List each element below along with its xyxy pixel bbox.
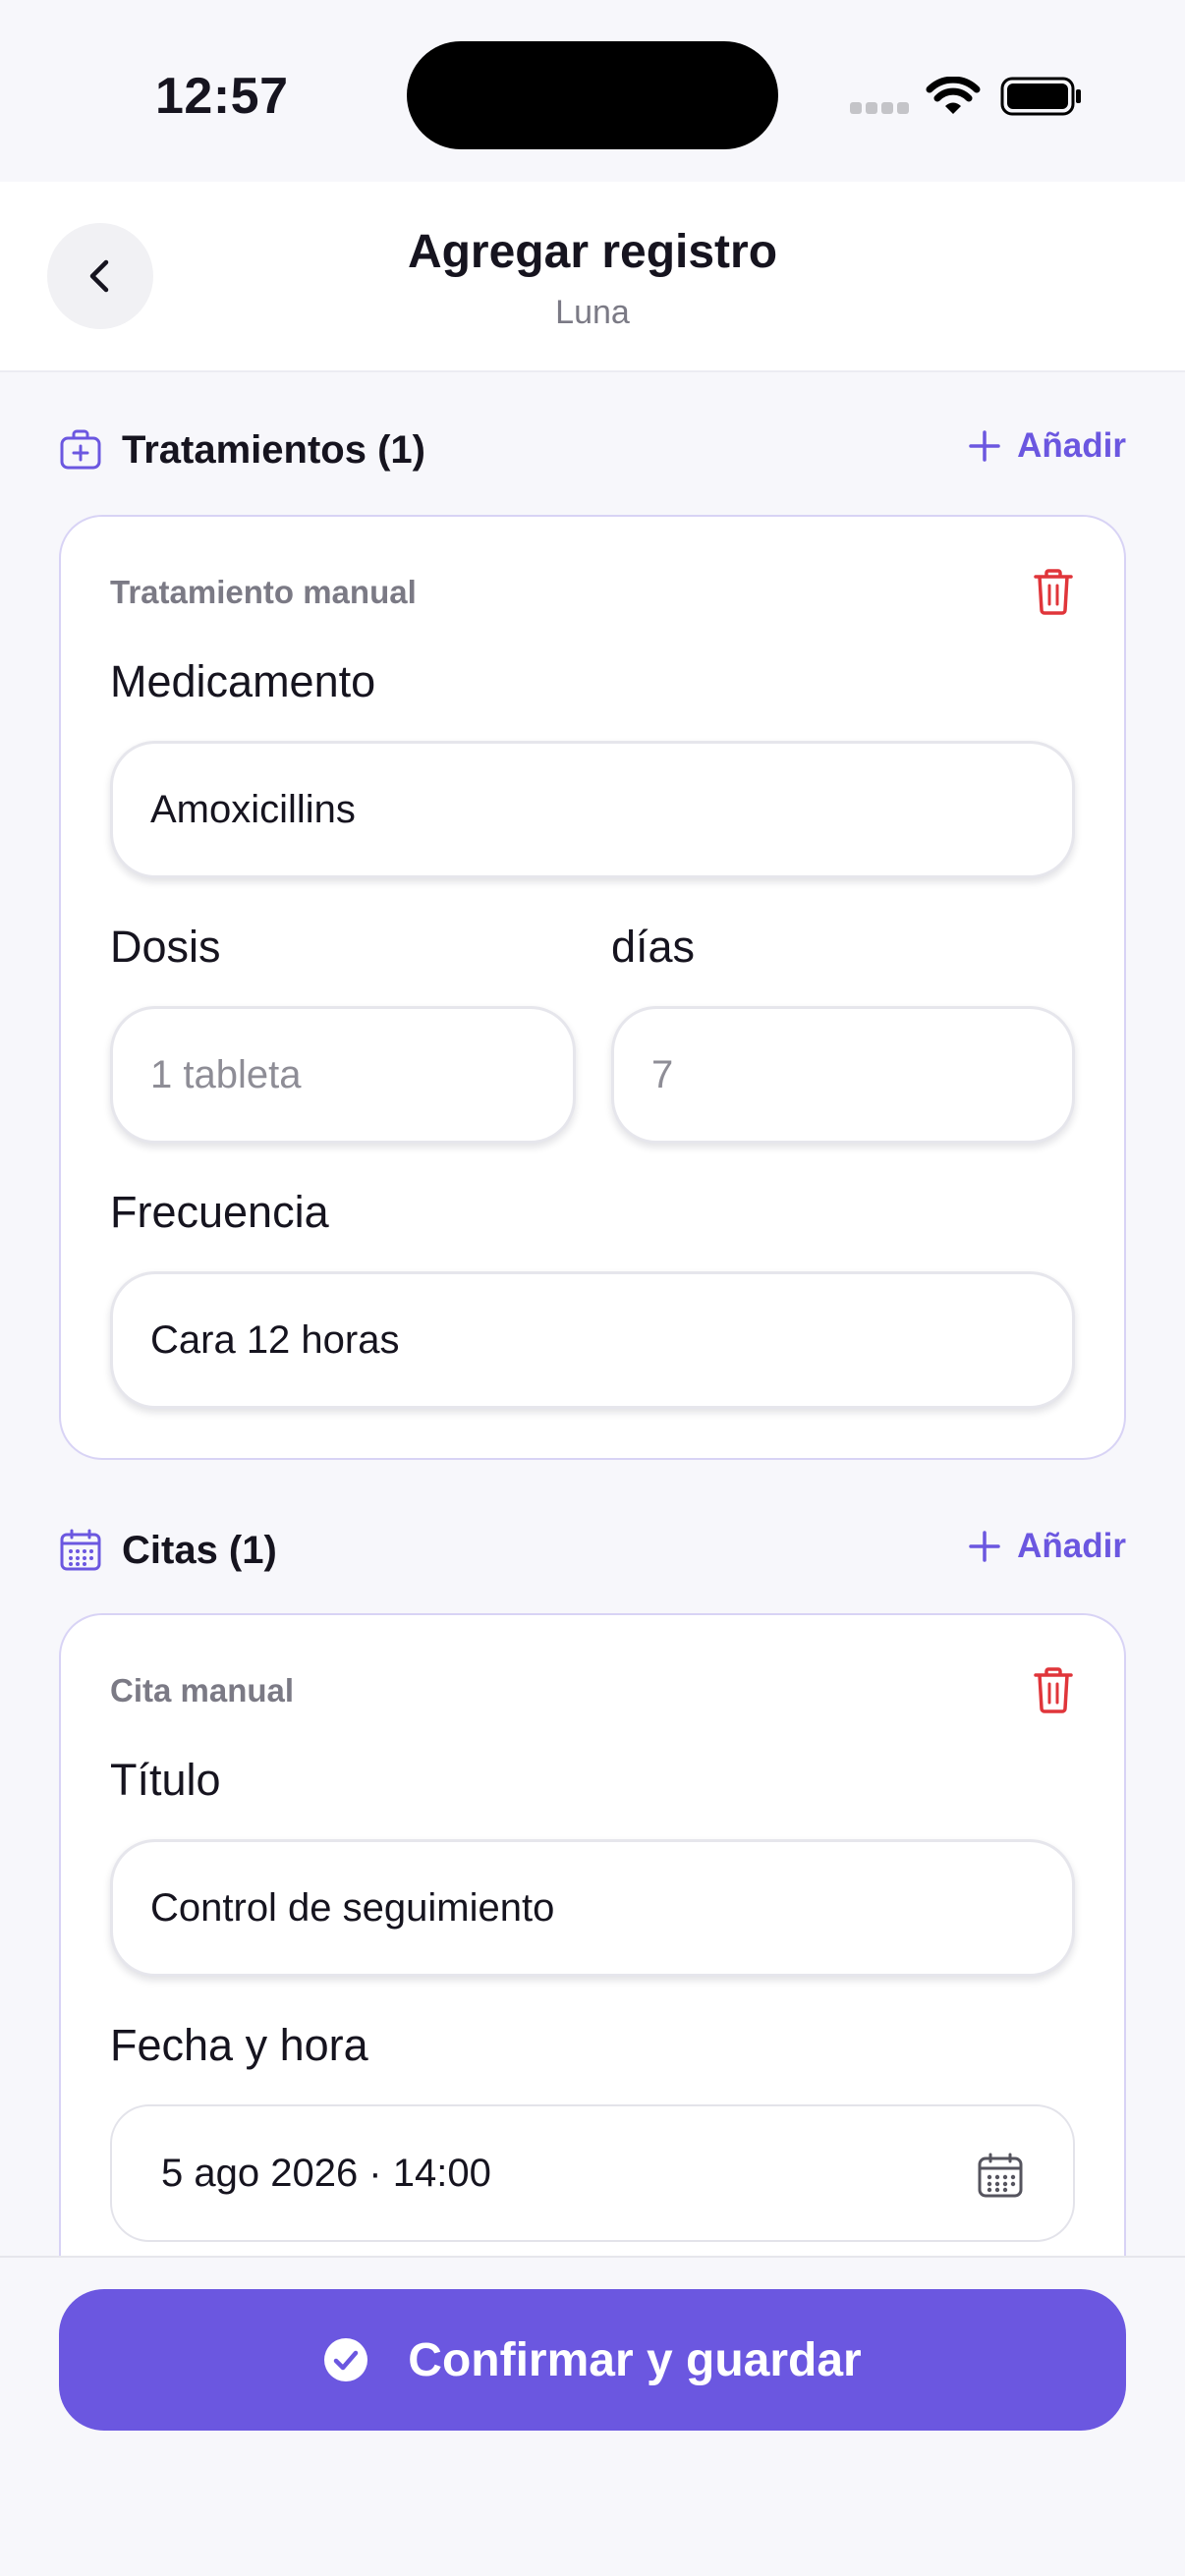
calendar-icon — [978, 2153, 1023, 2198]
dias-label: días — [611, 922, 696, 972]
add-record-screen: 12:57 Agregar registro Luna Tratamientos… — [0, 0, 1185, 2576]
dynamic-island — [407, 41, 778, 149]
fecha-picker[interactable]: 5 ago 2026 · 14:00 — [110, 2104, 1075, 2242]
dosis-placeholder: 1 tableta — [150, 1052, 302, 1096]
cellular-signal-icon — [850, 102, 909, 116]
bottom-action-bar: Confirmar y guardar — [0, 2256, 1185, 2576]
dias-input[interactable]: 7 — [611, 1006, 1075, 1144]
page-subtitle: Luna — [555, 294, 630, 331]
fecha-value: 5 ago 2026 · 14:00 — [161, 2151, 491, 2195]
trash-icon[interactable] — [1032, 1666, 1075, 1713]
treatment-card-label: Tratamiento manual — [110, 574, 417, 610]
dosis-label: Dosis — [110, 922, 221, 972]
wifi-icon — [926, 77, 981, 114]
medicamento-input[interactable]: Amoxicillins — [110, 741, 1075, 878]
treatments-section-header: Tratamientos (1) Añadir — [59, 420, 1126, 479]
titulo-label: Título — [110, 1755, 221, 1805]
fecha-label: Fecha y hora — [110, 2020, 368, 2070]
battery-icon — [1000, 77, 1081, 116]
confirm-save-button[interactable]: Confirmar y guardar — [59, 2289, 1126, 2431]
frecuencia-input[interactable]: Cara 12 horas — [110, 1271, 1075, 1409]
appointments-section-header: Citas (1) Añadir — [59, 1521, 1126, 1580]
appointment-card-label: Cita manual — [110, 1672, 295, 1708]
calendar-icon — [60, 1529, 101, 1571]
trash-icon[interactable] — [1032, 568, 1075, 615]
titulo-value: Control de seguimiento — [150, 1885, 555, 1930]
add-appointment-label: Añadir — [1017, 1527, 1126, 1565]
medical-kit-icon — [60, 429, 101, 470]
dosis-input[interactable]: 1 tableta — [110, 1006, 576, 1144]
treatments-title: Tratamientos (1) — [122, 427, 425, 472]
navigation-header: Agregar registro Luna — [0, 182, 1185, 372]
add-appointment-button[interactable]: Añadir — [968, 1527, 1126, 1566]
plus-icon — [969, 430, 1000, 462]
medicamento-label: Medicamento — [110, 656, 376, 706]
check-circle-icon — [324, 2338, 368, 2381]
status-bar: 12:57 — [0, 0, 1185, 182]
confirm-save-label: Confirmar y guardar — [408, 2333, 862, 2386]
frecuencia-value: Cara 12 horas — [150, 1317, 400, 1362]
add-treatment-label: Añadir — [1017, 426, 1126, 465]
status-time: 12:57 — [155, 68, 289, 125]
appointments-title: Citas (1) — [122, 1528, 277, 1572]
titulo-input[interactable]: Control de seguimiento — [110, 1839, 1075, 1977]
medicamento-value: Amoxicillins — [150, 787, 356, 831]
page-title: Agregar registro — [407, 226, 778, 278]
dias-placeholder: 7 — [651, 1052, 674, 1096]
plus-icon — [969, 1531, 1000, 1562]
frecuencia-label: Frecuencia — [110, 1187, 329, 1237]
add-treatment-button[interactable]: Añadir — [968, 426, 1126, 466]
treatment-card: Tratamiento manual Medicamento Amoxicill… — [59, 515, 1126, 1460]
